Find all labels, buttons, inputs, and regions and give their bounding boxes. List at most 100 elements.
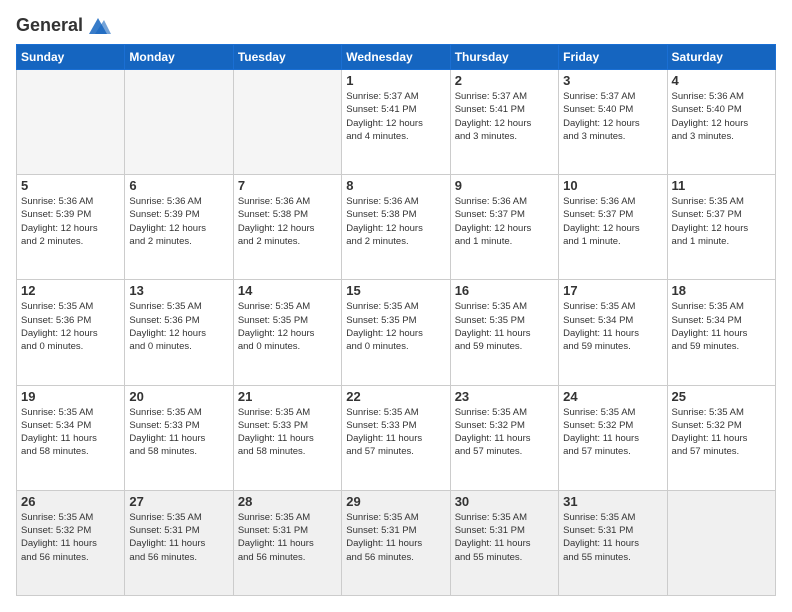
weekday-header: Monday (125, 45, 233, 70)
calendar-week-row: 1 Sunrise: 5:37 AM Sunset: 5:41 PM Daylig… (17, 70, 776, 175)
day-info: Sunrise: 5:35 AM Sunset: 5:32 PM Dayligh… (455, 406, 554, 459)
calendar-cell (233, 70, 341, 175)
calendar-cell (667, 490, 775, 595)
day-info: Sunrise: 5:36 AM Sunset: 5:39 PM Dayligh… (129, 195, 228, 248)
day-number: 28 (238, 494, 337, 509)
calendar-cell: 10 Sunrise: 5:36 AM Sunset: 5:37 PM Dayli… (559, 175, 667, 280)
calendar-cell: 4Sunrise: 5:36 AM Sunset: 5:40 PM Daylig… (667, 70, 775, 175)
weekday-header: Wednesday (342, 45, 450, 70)
weekday-header: Tuesday (233, 45, 341, 70)
day-info: Sunrise: 5:35 AM Sunset: 5:32 PM Dayligh… (563, 406, 662, 459)
day-info: Sunrise: 5:35 AM Sunset: 5:36 PM Dayligh… (21, 300, 120, 353)
day-info: Sunrise: 5:35 AM Sunset: 5:33 PM Dayligh… (129, 406, 228, 459)
calendar-cell: 24 Sunrise: 5:35 AM Sunset: 5:32 PM Dayli… (559, 385, 667, 490)
calendar-cell: 26Sunrise: 5:35 AM Sunset: 5:32 PM Dayli… (17, 490, 125, 595)
calendar-cell: 19 Sunrise: 5:35 AM Sunset: 5:34 PM Dayli… (17, 385, 125, 490)
day-number: 24 (563, 389, 662, 404)
day-number: 1 (346, 73, 445, 88)
day-info: Sunrise: 5:35 AM Sunset: 5:34 PM Dayligh… (563, 300, 662, 353)
day-number: 19 (21, 389, 120, 404)
calendar-cell: 30 Sunrise: 5:35 AM Sunset: 5:31 PM Dayli… (450, 490, 558, 595)
day-number: 7 (238, 178, 337, 193)
day-info: Sunrise: 5:35 AM Sunset: 5:31 PM Dayligh… (129, 511, 228, 564)
calendar-cell: 11 Sunrise: 5:35 AM Sunset: 5:37 PM Dayli… (667, 175, 775, 280)
calendar-cell: 8 Sunrise: 5:36 AM Sunset: 5:38 PM Daylig… (342, 175, 450, 280)
day-number: 4 (672, 73, 771, 88)
calendar-cell: 16Sunrise: 5:35 AM Sunset: 5:35 PM Dayli… (450, 280, 558, 385)
day-number: 30 (455, 494, 554, 509)
day-number: 6 (129, 178, 228, 193)
calendar-cell: 12Sunrise: 5:35 AM Sunset: 5:36 PM Dayli… (17, 280, 125, 385)
day-number: 27 (129, 494, 228, 509)
calendar-header-row: SundayMondayTuesdayWednesdayThursdayFrid… (17, 45, 776, 70)
day-number: 3 (563, 73, 662, 88)
day-number: 23 (455, 389, 554, 404)
day-info: Sunrise: 5:35 AM Sunset: 5:37 PM Dayligh… (672, 195, 771, 248)
day-info: Sunrise: 5:35 AM Sunset: 5:36 PM Dayligh… (129, 300, 228, 353)
header: General (16, 16, 776, 34)
calendar-cell: 3 Sunrise: 5:37 AM Sunset: 5:40 PM Daylig… (559, 70, 667, 175)
day-number: 10 (563, 178, 662, 193)
day-info: Sunrise: 5:35 AM Sunset: 5:35 PM Dayligh… (455, 300, 554, 353)
day-number: 11 (672, 178, 771, 193)
calendar-cell: 5 Sunrise: 5:36 AM Sunset: 5:39 PM Daylig… (17, 175, 125, 280)
day-number: 14 (238, 283, 337, 298)
logo: General (16, 16, 111, 34)
calendar-week-row: 12Sunrise: 5:35 AM Sunset: 5:36 PM Dayli… (17, 280, 776, 385)
weekday-header: Sunday (17, 45, 125, 70)
weekday-header: Saturday (667, 45, 775, 70)
day-info: Sunrise: 5:36 AM Sunset: 5:37 PM Dayligh… (455, 195, 554, 248)
calendar-cell: 18 Sunrise: 5:35 AM Sunset: 5:34 PM Dayli… (667, 280, 775, 385)
calendar-cell: 25 Sunrise: 5:35 AM Sunset: 5:32 PM Dayli… (667, 385, 775, 490)
calendar-table: SundayMondayTuesdayWednesdayThursdayFrid… (16, 44, 776, 596)
weekday-header: Friday (559, 45, 667, 70)
day-number: 5 (21, 178, 120, 193)
calendar-cell: 31Sunrise: 5:35 AM Sunset: 5:31 PM Dayli… (559, 490, 667, 595)
day-number: 18 (672, 283, 771, 298)
calendar-cell (125, 70, 233, 175)
calendar-cell: 23 Sunrise: 5:35 AM Sunset: 5:32 PM Dayli… (450, 385, 558, 490)
day-info: Sunrise: 5:37 AM Sunset: 5:40 PM Dayligh… (563, 90, 662, 143)
day-number: 31 (563, 494, 662, 509)
calendar-cell: 14 Sunrise: 5:35 AM Sunset: 5:35 PM Dayli… (233, 280, 341, 385)
calendar-cell: 20 Sunrise: 5:35 AM Sunset: 5:33 PM Dayli… (125, 385, 233, 490)
weekday-header: Thursday (450, 45, 558, 70)
day-info: Sunrise: 5:36 AM Sunset: 5:38 PM Dayligh… (346, 195, 445, 248)
calendar-week-row: 5 Sunrise: 5:36 AM Sunset: 5:39 PM Daylig… (17, 175, 776, 280)
day-info: Sunrise: 5:36 AM Sunset: 5:37 PM Dayligh… (563, 195, 662, 248)
calendar-cell: 1 Sunrise: 5:37 AM Sunset: 5:41 PM Daylig… (342, 70, 450, 175)
calendar-cell: 7Sunrise: 5:36 AM Sunset: 5:38 PM Daylig… (233, 175, 341, 280)
calendar-cell: 13 Sunrise: 5:35 AM Sunset: 5:36 PM Dayli… (125, 280, 233, 385)
day-number: 20 (129, 389, 228, 404)
day-info: Sunrise: 5:36 AM Sunset: 5:39 PM Dayligh… (21, 195, 120, 248)
day-info: Sunrise: 5:35 AM Sunset: 5:31 PM Dayligh… (238, 511, 337, 564)
day-info: Sunrise: 5:35 AM Sunset: 5:33 PM Dayligh… (238, 406, 337, 459)
calendar-cell: 28 Sunrise: 5:35 AM Sunset: 5:31 PM Dayli… (233, 490, 341, 595)
calendar-cell: 6 Sunrise: 5:36 AM Sunset: 5:39 PM Daylig… (125, 175, 233, 280)
day-number: 13 (129, 283, 228, 298)
day-info: Sunrise: 5:35 AM Sunset: 5:31 PM Dayligh… (455, 511, 554, 564)
logo-icon (85, 16, 111, 36)
day-number: 29 (346, 494, 445, 509)
calendar-cell: 22 Sunrise: 5:35 AM Sunset: 5:33 PM Dayli… (342, 385, 450, 490)
day-info: Sunrise: 5:35 AM Sunset: 5:31 PM Dayligh… (346, 511, 445, 564)
day-number: 22 (346, 389, 445, 404)
calendar-cell: 27 Sunrise: 5:35 AM Sunset: 5:31 PM Dayli… (125, 490, 233, 595)
day-number: 2 (455, 73, 554, 88)
day-info: Sunrise: 5:35 AM Sunset: 5:34 PM Dayligh… (672, 300, 771, 353)
day-info: Sunrise: 5:35 AM Sunset: 5:32 PM Dayligh… (21, 511, 120, 564)
day-number: 8 (346, 178, 445, 193)
day-info: Sunrise: 5:35 AM Sunset: 5:35 PM Dayligh… (238, 300, 337, 353)
day-info: Sunrise: 5:35 AM Sunset: 5:33 PM Dayligh… (346, 406, 445, 459)
calendar-cell: 9Sunrise: 5:36 AM Sunset: 5:37 PM Daylig… (450, 175, 558, 280)
calendar-week-row: 26Sunrise: 5:35 AM Sunset: 5:32 PM Dayli… (17, 490, 776, 595)
day-info: Sunrise: 5:35 AM Sunset: 5:34 PM Dayligh… (21, 406, 120, 459)
day-info: Sunrise: 5:35 AM Sunset: 5:35 PM Dayligh… (346, 300, 445, 353)
calendar-week-row: 19 Sunrise: 5:35 AM Sunset: 5:34 PM Dayli… (17, 385, 776, 490)
calendar-cell: 17Sunrise: 5:35 AM Sunset: 5:34 PM Dayli… (559, 280, 667, 385)
day-info: Sunrise: 5:37 AM Sunset: 5:41 PM Dayligh… (346, 90, 445, 143)
logo-general: General (16, 16, 83, 36)
day-info: Sunrise: 5:35 AM Sunset: 5:32 PM Dayligh… (672, 406, 771, 459)
day-number: 15 (346, 283, 445, 298)
day-number: 25 (672, 389, 771, 404)
